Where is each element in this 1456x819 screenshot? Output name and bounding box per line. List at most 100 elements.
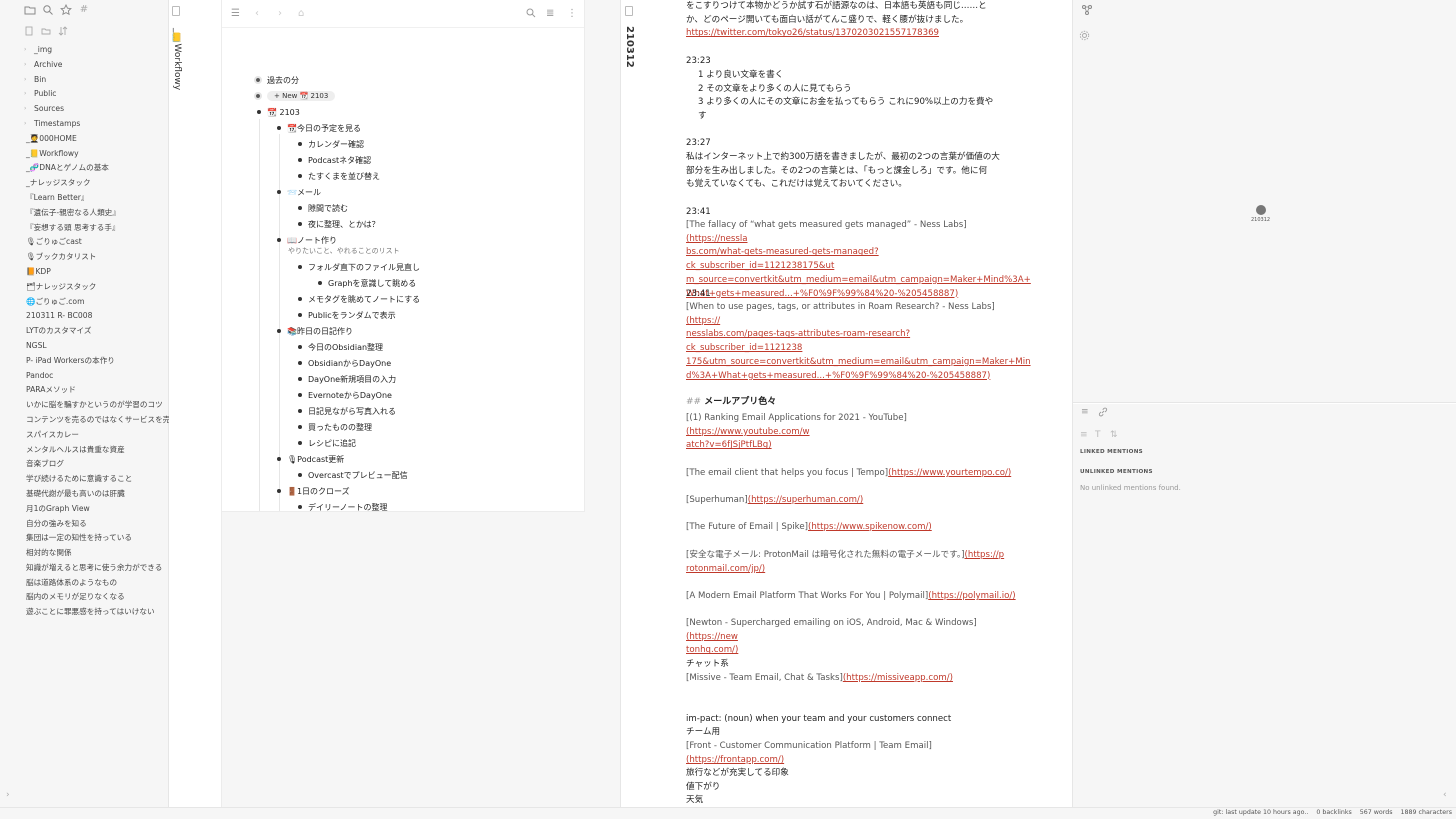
outline-root-2103[interactable]: 📆 2103	[257, 105, 300, 119]
outline-item[interactable]: 隙間で読む	[298, 201, 348, 215]
bullet-icon[interactable]	[298, 345, 302, 349]
folder-icon[interactable]	[24, 4, 36, 16]
file-item[interactable]: 210311 R- BC008	[24, 309, 169, 324]
bullet-icon[interactable]	[298, 505, 302, 509]
new-item-button[interactable]: + New 📆 2103	[267, 91, 336, 101]
outline-item[interactable]: ObsidianからDayOne	[298, 356, 391, 370]
linked-mentions-heading[interactable]: LINKED MENTIONS	[1080, 449, 1143, 455]
folder-item[interactable]: › Sources	[24, 102, 169, 117]
bullet-icon[interactable]	[254, 92, 262, 100]
file-item[interactable]: 月1のGraph View	[24, 502, 169, 517]
file-item[interactable]: 🌐ごりゅご.com	[24, 295, 169, 310]
file-item[interactable]: _ナレッジスタック	[24, 176, 169, 191]
outline-item[interactable]: DayOne新規項目の入力	[298, 372, 396, 386]
file-item[interactable]: 『妄想する頭 思考する手』	[24, 221, 169, 236]
newton-link[interactable]: tonhq.com/)	[686, 645, 738, 655]
collapse-results-icon[interactable]: ≡	[1080, 430, 1088, 440]
file-item[interactable]: 知識が増えると思考に使う余力ができる	[24, 561, 169, 576]
file-item[interactable]: _📒Workflowy	[24, 147, 169, 162]
new-note-icon[interactable]	[24, 26, 34, 36]
outline-item[interactable]: EvernoteからDayOne	[298, 388, 392, 402]
outline-item[interactable]: 📆今日の予定を見る	[277, 121, 361, 135]
spike-link[interactable]: (https://www.spikenow.com/)	[808, 522, 932, 532]
outline-item[interactable]: フォルダ直下のファイル見直し	[298, 260, 420, 274]
bullet-icon[interactable]	[298, 174, 302, 178]
file-item[interactable]: 📙KDP	[24, 265, 169, 280]
file-item[interactable]: Pandoc	[24, 369, 169, 384]
outline-item[interactable]: メモタグを眺めてノートにする	[298, 292, 420, 306]
file-item[interactable]: 遊ぶことに罪悪感を持ってはいけない	[24, 605, 169, 620]
list-view-icon[interactable]: ≣	[546, 8, 554, 19]
bullet-icon[interactable]	[298, 425, 302, 429]
protonmail-link[interactable]: rotonmail.com/jp/)	[686, 564, 765, 574]
file-item[interactable]: スパイスカレー	[24, 428, 169, 443]
bullet-icon[interactable]	[298, 361, 302, 365]
tempo-link[interactable]: (https://www.yourtempo.co/)	[888, 468, 1011, 478]
outline-item[interactable]: Podcastネタ確認	[298, 153, 371, 167]
more-options-icon[interactable]: ⋮	[567, 8, 577, 19]
link-line[interactable]: 175&utm_source=convertkit&utm_medium=ema…	[686, 357, 1031, 367]
file-item[interactable]: 音楽ブログ	[24, 457, 169, 472]
file-item[interactable]: メンタルヘルスは貴重な資産	[24, 443, 169, 458]
pane-title-workflowy[interactable]: _📒Workflowy	[172, 28, 182, 90]
file-item[interactable]: _🧬DNAとゲノムの基本	[24, 161, 169, 176]
bullet-icon[interactable]	[254, 76, 262, 84]
bullet-icon[interactable]	[277, 329, 281, 333]
bullet-icon[interactable]	[298, 206, 302, 210]
link-icon[interactable]	[1098, 407, 1108, 420]
outline-item[interactable]: たすくまを並び替え	[298, 169, 380, 183]
bullet-icon[interactable]	[277, 238, 281, 242]
outline-item[interactable]: Graphを意識して眺める	[318, 276, 416, 290]
bullet-icon[interactable]	[318, 281, 322, 285]
bullet-icon[interactable]	[298, 297, 302, 301]
bullet-icon[interactable]	[298, 441, 302, 445]
file-item[interactable]: 脳内のメモリが足りなくなる	[24, 590, 169, 605]
bullet-icon[interactable]	[298, 393, 302, 397]
polymail-link[interactable]: (https://polymail.io/)	[928, 591, 1015, 601]
bullet-icon[interactable]	[298, 158, 302, 162]
folder-item[interactable]: › Timestamps	[24, 117, 169, 132]
outline-item[interactable]: 夜に整理、とかは？	[298, 217, 380, 231]
youtube-link[interactable]: atch?v=6fJSjPtfLBg)	[686, 440, 772, 450]
link-line[interactable]: (https://nessla	[686, 234, 748, 244]
bullet-icon[interactable]	[298, 377, 302, 381]
superhuman-link[interactable]: (https://superhuman.com/)	[748, 495, 864, 505]
collapse-sidebar-icon[interactable]: ›	[6, 790, 10, 800]
sort-icon[interactable]: ⇅	[1110, 430, 1118, 440]
outline-item[interactable]: 🎙Podcast更新	[277, 452, 344, 466]
note-title[interactable]: 210312	[624, 26, 635, 68]
collapse-right-sidebar-icon[interactable]: ‹	[1443, 790, 1447, 800]
outline-item[interactable]: Publicをランダムで表示	[298, 308, 396, 322]
folder-item[interactable]: › _img	[24, 43, 169, 58]
bullet-icon[interactable]	[257, 110, 261, 114]
folder-item[interactable]: › Bin	[24, 73, 169, 88]
file-item[interactable]: 相対的な関係	[24, 546, 169, 561]
file-item[interactable]: 🎙ブックカタリスト	[24, 250, 169, 265]
file-item[interactable]: 『Learn Better』	[24, 191, 169, 206]
unlinked-mentions-heading[interactable]: UNLINKED MENTIONS	[1080, 469, 1153, 475]
outline-item[interactable]: 買ったものの整理	[298, 420, 372, 434]
bullet-icon[interactable]	[298, 222, 302, 226]
bullet-icon[interactable]	[298, 313, 302, 317]
graph-icon[interactable]	[1081, 4, 1093, 19]
file-item[interactable]: 『遺伝子-親密なる人類史』	[24, 206, 169, 221]
outline-item[interactable]: 📚昨日の日記作り	[277, 324, 353, 338]
bullet-icon[interactable]	[277, 190, 281, 194]
back-icon[interactable]: ‹	[255, 8, 259, 19]
git-status[interactable]: git: last update 10 hours ago..	[1213, 809, 1308, 816]
file-item[interactable]: _🧑‍🎓000HOME	[24, 132, 169, 147]
youtube-link[interactable]: (https://www.youtube.com/w	[686, 427, 810, 437]
file-item[interactable]: コンテンツを売るのではなくサービスを売る	[24, 413, 169, 428]
file-item[interactable]: P- iPad Workersの本作り	[24, 354, 169, 369]
outline-item[interactable]: レシピに追記	[298, 436, 356, 450]
folder-item[interactable]: › Public	[24, 87, 169, 102]
search-icon[interactable]	[526, 8, 536, 21]
outline-icon[interactable]: ≡	[1081, 407, 1089, 417]
sort-icon[interactable]	[58, 26, 68, 36]
file-item[interactable]: いかに脳を騙すかというのが学習のコツ	[24, 398, 169, 413]
outline-root-past[interactable]: 過去の分	[254, 73, 299, 87]
outline-item[interactable]: カレンダー確認	[298, 137, 364, 151]
tweet-link[interactable]: https://twitter.com/tokyo26/status/13702…	[686, 28, 939, 38]
outline-item[interactable]: 日記見ながら写真入れる	[298, 404, 396, 418]
file-item[interactable]: 自分の強みを知る	[24, 517, 169, 532]
